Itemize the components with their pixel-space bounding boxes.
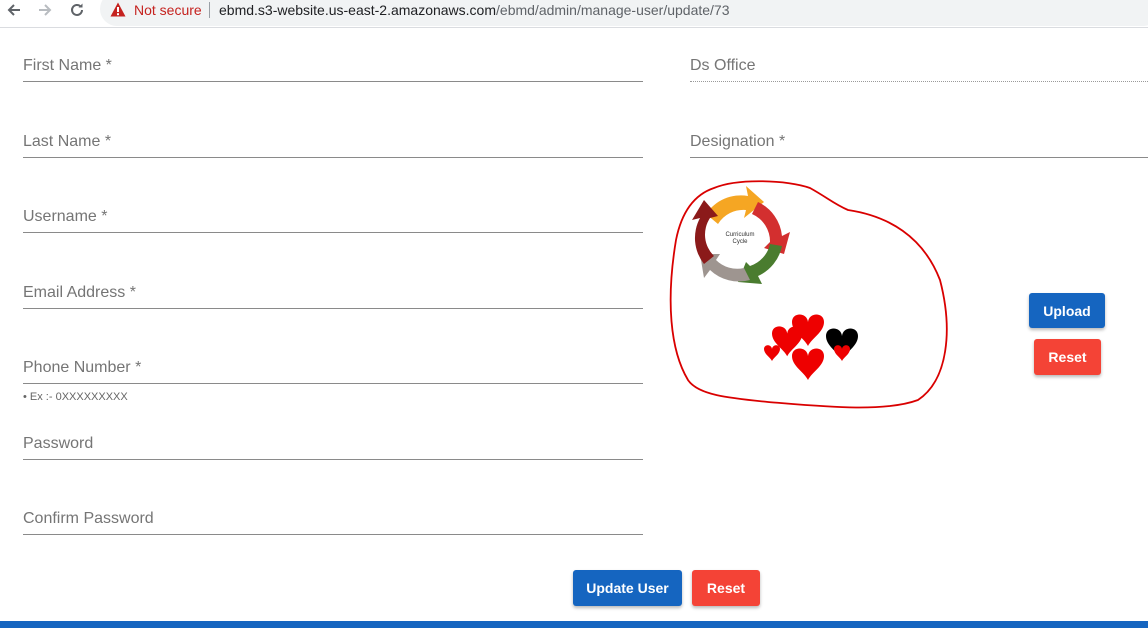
url-separator: [209, 2, 210, 18]
password-label: Password: [23, 435, 94, 452]
username-label: Username *: [23, 208, 108, 225]
forward-arrow-icon: [39, 4, 52, 16]
profile-image-preview: Curriculum Cycle: [668, 180, 952, 412]
cycle-text-line2: Cycle: [732, 239, 748, 245]
password-field[interactable]: Password: [23, 430, 643, 460]
confirm-password-field[interactable]: Confirm Password: [23, 505, 643, 535]
cycle-arrow-orange: [706, 186, 764, 224]
footer-bar: [0, 621, 1148, 628]
first-name-field[interactable]: First Name *: [23, 52, 643, 82]
username-field[interactable]: Username *: [23, 203, 643, 233]
last-name-label: Last Name *: [23, 133, 112, 150]
phone-hint: • Ex :- 0XXXXXXXXX: [23, 391, 128, 403]
form-reset-button[interactable]: Reset: [692, 570, 760, 606]
cycle-text-line1: Curriculum: [725, 232, 754, 238]
last-name-field[interactable]: Last Name *: [23, 128, 643, 158]
browser-toolbar: Not secure ebmd.s3-website.us-east-2.ama…: [0, 0, 1148, 28]
warning-icon: [110, 2, 126, 17]
phone-number-field[interactable]: Phone Number *: [23, 354, 643, 384]
back-arrow-icon: [7, 4, 20, 16]
curriculum-cycle-graphic: Curriculum Cycle: [692, 186, 790, 284]
security-status-label[interactable]: Not secure: [134, 1, 202, 19]
url-text[interactable]: ebmd.s3-website.us-east-2.amazonaws.com/…: [219, 1, 730, 19]
designation-field[interactable]: Designation *: [690, 128, 1148, 158]
first-name-label: First Name *: [23, 57, 112, 74]
reload-button[interactable]: [66, 0, 88, 20]
image-preview-drawing: Curriculum Cycle: [669, 180, 948, 409]
image-reset-button[interactable]: Reset: [1034, 339, 1101, 375]
forward-button[interactable]: [34, 0, 56, 20]
confirm-password-label: Confirm Password: [23, 510, 154, 527]
designation-label: Designation *: [690, 133, 786, 150]
reload-icon: [71, 3, 83, 16]
heart-red-small-left: [764, 345, 780, 361]
heart-red-large-bottom: [792, 348, 824, 380]
back-button[interactable]: [3, 0, 25, 20]
ds-office-label: Ds Office: [690, 57, 756, 74]
update-user-button[interactable]: Update User: [573, 570, 682, 606]
hearts-group: [764, 314, 858, 380]
email-field[interactable]: Email Address *: [23, 279, 643, 309]
url-host: ebmd.s3-website.us-east-2.amazonaws.com: [219, 2, 497, 18]
upload-button[interactable]: Upload: [1029, 293, 1105, 328]
ds-office-field[interactable]: Ds Office: [690, 52, 1148, 82]
email-label: Email Address *: [23, 284, 136, 301]
url-path: /ebmd/admin/manage-user/update/73: [496, 2, 730, 18]
phone-number-label: Phone Number *: [23, 359, 142, 376]
